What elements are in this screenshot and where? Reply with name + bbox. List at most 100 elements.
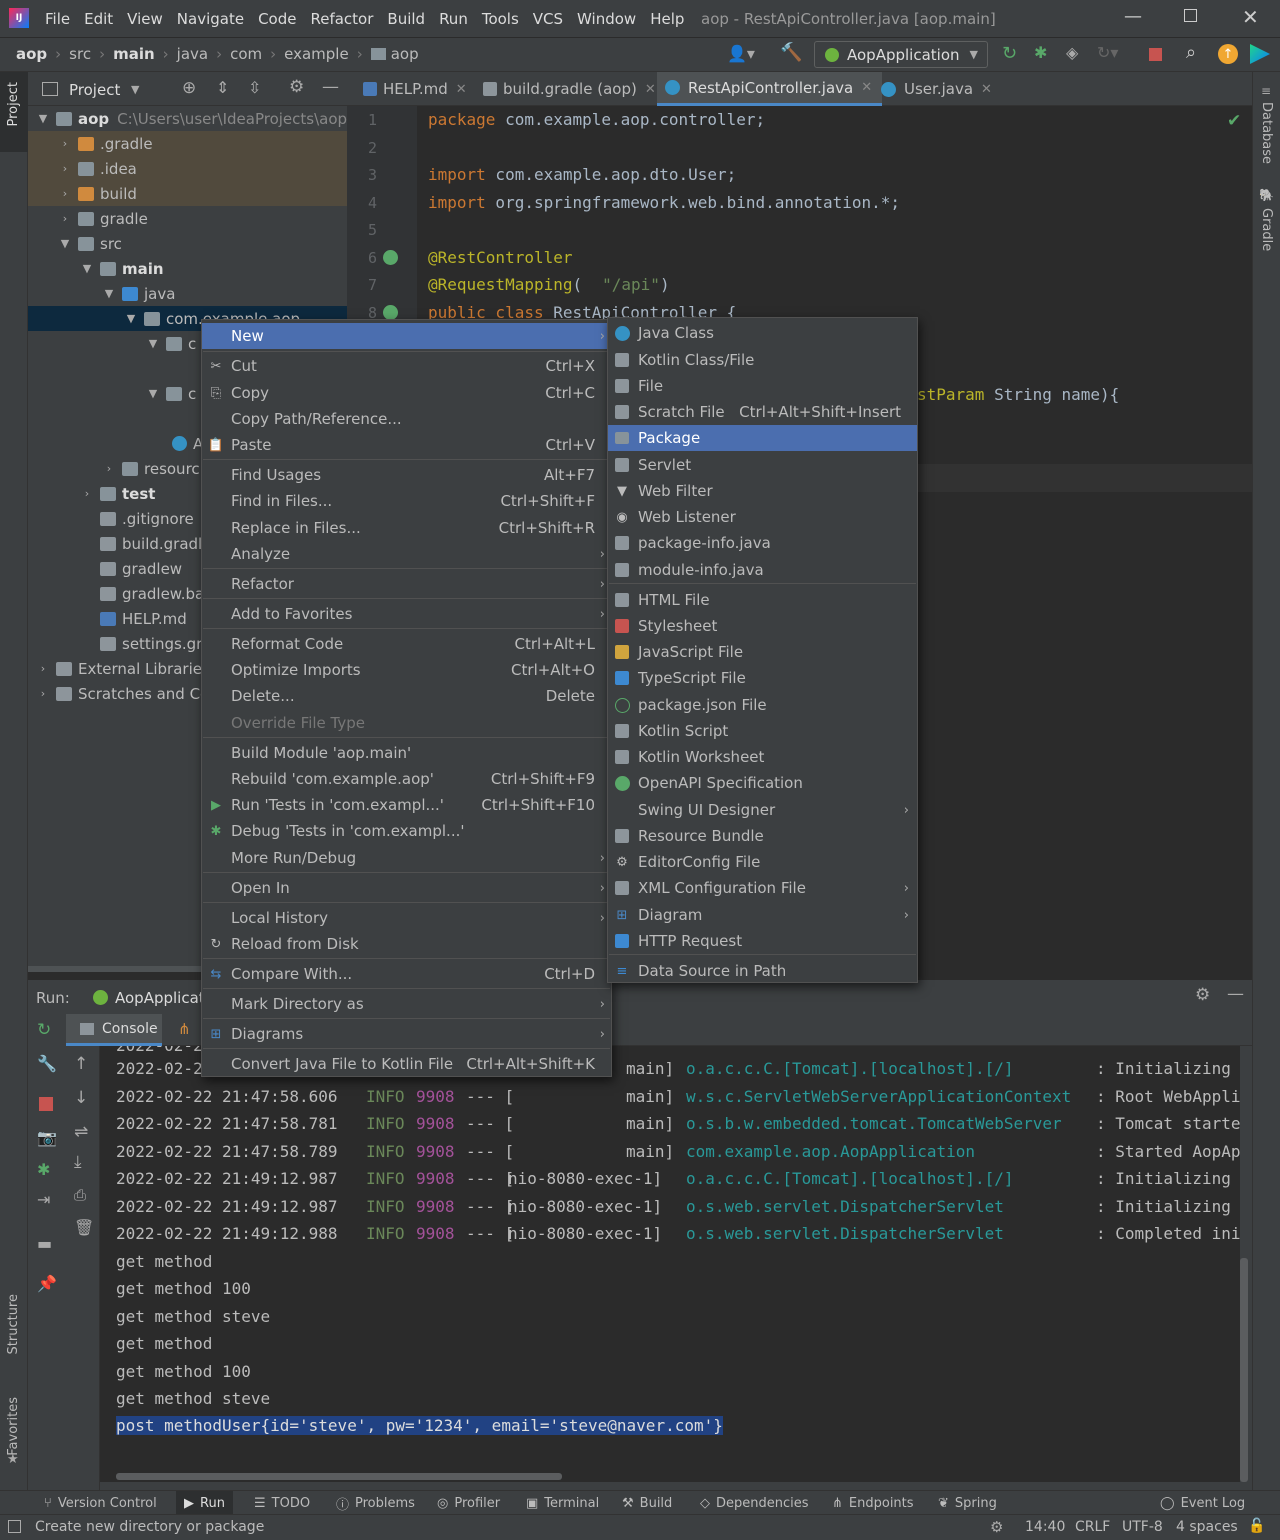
menu-view[interactable]: View <box>127 10 163 28</box>
horizontal-scrollbar[interactable] <box>116 1473 562 1480</box>
menu-item-mark-directory-as[interactable]: Mark Directory as › <box>202 991 611 1017</box>
tree-item-test[interactable]: › test <box>82 481 156 506</box>
new-resource-bundle[interactable]: Resource Bundle <box>608 823 917 849</box>
breadcrumb-main[interactable]: main <box>113 45 155 63</box>
tree-item-build-gradle[interactable]: build.gradle <box>82 531 211 556</box>
new-http-request[interactable]: HTTP Request <box>608 928 917 954</box>
menu-refactor[interactable]: Refactor <box>310 10 373 28</box>
tree-item-app[interactable]: A <box>172 431 203 456</box>
new-package-info[interactable]: package-info.java <box>608 530 917 556</box>
collapse-all-icon[interactable]: ⇳ <box>248 78 261 97</box>
menu-item-analyze[interactable]: Analyze › <box>202 541 611 567</box>
menu-item-build-module[interactable]: Build Module 'aop.main' <box>202 740 611 766</box>
new-editorconfig[interactable]: ⚙ EditorConfig File <box>608 849 917 875</box>
menu-run[interactable]: Run <box>439 10 468 28</box>
new-diagram[interactable]: ⊞ Diagram › <box>608 902 917 928</box>
breadcrumb-aop[interactable]: aop <box>16 45 47 63</box>
close-window-button[interactable]: ✕ <box>1242 5 1259 29</box>
new-typescript-file[interactable]: TypeScript File <box>608 665 917 691</box>
tree-item-sub2[interactable]: ▼ c <box>148 381 196 406</box>
menu-help[interactable]: Help <box>650 10 684 28</box>
favorites-tool-tab[interactable]: Favorites <box>6 1397 21 1456</box>
tab-user-java[interactable]: User.java ✕ <box>873 72 1000 106</box>
spring-bean-icon[interactable] <box>383 250 398 265</box>
stop-icon[interactable] <box>39 1097 53 1111</box>
breadcrumb-src[interactable]: src <box>69 45 91 63</box>
new-openapi-spec[interactable]: OpenAPI Specification <box>608 770 917 796</box>
tab-console[interactable]: Console <box>66 1014 162 1046</box>
tree-item-build[interactable]: › build <box>60 181 137 206</box>
menu-vcs[interactable]: VCS <box>533 10 563 28</box>
menu-item-reload-from-disk[interactable]: ↻ Reload from Disk <box>202 931 611 957</box>
tool-terminal[interactable]: ▣ Terminal <box>526 1491 599 1515</box>
cursor-position[interactable]: 14:40 <box>1025 1519 1065 1535</box>
gear-icon[interactable]: ⚙ <box>1195 985 1210 1005</box>
endpoints-icon[interactable]: ⋔ <box>178 1020 191 1038</box>
expand-all-icon[interactable]: ⇕ <box>216 78 229 97</box>
menu-item-replace-in-files[interactable]: Replace in Files... Ctrl+Shift+R <box>202 515 611 541</box>
build-hammer-icon[interactable]: 🔨 <box>780 42 802 63</box>
new-kotlin-worksheet[interactable]: Kotlin Worksheet <box>608 744 917 770</box>
menu-item-run-tests[interactable]: ▶ Run 'Tests in 'com.exampl...' Ctrl+Shift… <box>202 792 611 818</box>
menu-item-paste[interactable]: 📋 Paste Ctrl+V <box>202 432 611 458</box>
login-icon[interactable]: ⇥ <box>37 1190 50 1209</box>
tree-item-aop[interactable]: ▼ aop C:\Users\user\IdeaProjects\aop <box>38 106 347 131</box>
menu-item-new[interactable]: New › <box>202 323 611 349</box>
tree-item-help-md[interactable]: HELP.md <box>82 606 187 631</box>
new-javascript-file[interactable]: JavaScript File <box>608 639 917 665</box>
breadcrumb-example[interactable]: example <box>284 45 349 63</box>
new-stylesheet[interactable]: Stylesheet <box>608 613 917 639</box>
coverage-icon[interactable]: ◈ <box>1066 43 1078 62</box>
sync-icon[interactable]: ⚙ <box>990 1518 1003 1536</box>
menu-item-debug-tests[interactable]: ✱ Debug 'Tests in 'com.exampl...' <box>202 818 611 844</box>
trash-icon[interactable]: 🗑 <box>74 1218 94 1237</box>
locate-icon[interactable]: ⊕ <box>182 78 196 98</box>
new-web-listener[interactable]: ◉ Web Listener <box>608 504 917 530</box>
new-file[interactable]: File <box>608 373 917 399</box>
menu-item-local-history[interactable]: Local History › <box>202 905 611 931</box>
rerun-icon[interactable]: ↻ <box>37 1020 51 1040</box>
tree-item-gradle[interactable]: › gradle <box>60 206 148 231</box>
database-tool-tab[interactable]: Database <box>1259 102 1274 164</box>
new-swing-ui-designer[interactable]: Swing UI Designer › <box>608 797 917 823</box>
menu-item-copy-path[interactable]: Copy Path/Reference... <box>202 406 611 432</box>
new-scratch-file[interactable]: Scratch File Ctrl+Alt+Shift+Insert <box>608 399 917 425</box>
tree-item-gitignore[interactable]: .gitignore <box>82 506 194 531</box>
tool-problems[interactable]: ⓘ Problems <box>336 1491 415 1515</box>
scroll-to-end-icon[interactable]: ⤓ <box>74 1152 82 1172</box>
wrench-icon[interactable]: 🔧 <box>37 1054 57 1073</box>
print-icon[interactable]: ⎙ <box>74 1186 86 1204</box>
menu-build[interactable]: Build <box>387 10 425 28</box>
tool-run[interactable]: ▶ Run <box>176 1491 233 1515</box>
tree-item-gradle-dir[interactable]: › .gradle <box>60 131 153 156</box>
gear-icon[interactable]: ⚙ <box>289 77 304 97</box>
close-icon[interactable]: ✕ <box>861 80 872 95</box>
run-config-tab[interactable]: AopApplicat <box>115 989 205 1007</box>
menu-item-convert-to-kotlin[interactable]: Convert Java File to Kotlin File Ctrl+Alt… <box>202 1051 611 1077</box>
close-icon[interactable]: ✕ <box>645 82 656 97</box>
close-icon[interactable]: ✕ <box>456 82 467 97</box>
menu-item-rebuild[interactable]: Rebuild 'com.example.aop' Ctrl+Shift+F9 <box>202 766 611 792</box>
tree-item-sub1[interactable]: ▼ c <box>148 331 196 356</box>
menu-item-refactor[interactable]: Refactor › <box>202 571 611 597</box>
vertical-scrollbar[interactable] <box>1240 1258 1248 1482</box>
camera-icon[interactable]: 📷 <box>37 1128 57 1147</box>
console-output[interactable]: 2022-02-2 2022-02-2main]o.a.c.c.C.[Tomca… <box>100 1046 1240 1482</box>
down-arrow-icon[interactable]: ↓ <box>74 1088 88 1108</box>
layout-icon[interactable]: ▬ <box>37 1234 52 1253</box>
menu-item-cut[interactable]: ✂ Cut Ctrl+X <box>202 353 611 379</box>
menu-item-add-to-favorites[interactable]: Add to Favorites › <box>202 601 611 627</box>
new-servlet[interactable]: Servlet <box>608 452 917 478</box>
new-web-filter[interactable]: ▼ Web Filter <box>608 478 917 504</box>
status-toggle-icon[interactable] <box>8 1520 21 1533</box>
gradle-tool-tab[interactable]: Gradle <box>1259 208 1274 251</box>
breadcrumb-com[interactable]: com <box>230 45 262 63</box>
debug-bug-icon[interactable]: ✱ <box>1034 43 1047 62</box>
tool-spring[interactable]: ❦ Spring <box>938 1491 997 1515</box>
tool-endpoints[interactable]: ⋔ Endpoints <box>832 1491 914 1515</box>
tool-todo[interactable]: ☰ TODO <box>254 1491 310 1515</box>
tree-item-idea[interactable]: › .idea <box>60 156 137 181</box>
menu-item-more-run-debug[interactable]: More Run/Debug › <box>202 845 611 871</box>
search-icon[interactable]: ⌕ <box>1186 42 1196 63</box>
structure-tool-tab[interactable]: Structure <box>6 1294 21 1354</box>
